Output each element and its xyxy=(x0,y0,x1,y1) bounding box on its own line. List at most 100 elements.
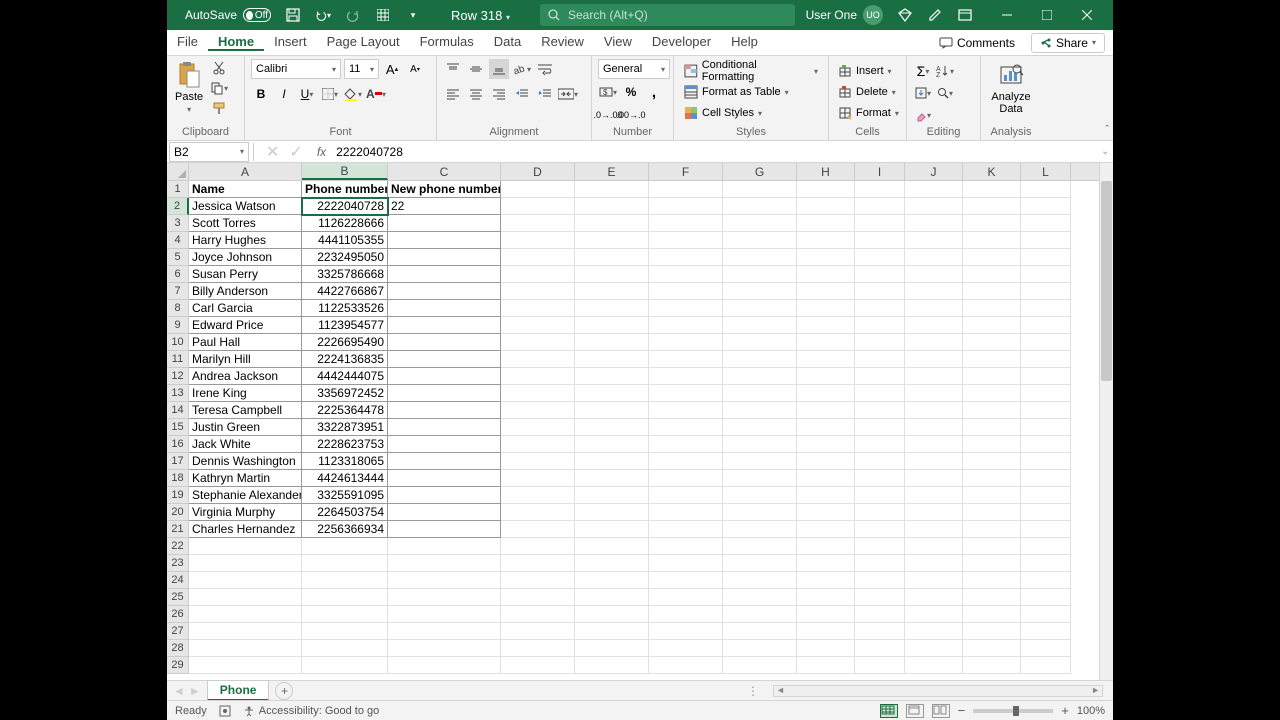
tab-data[interactable]: Data xyxy=(484,34,531,49)
cell[interactable] xyxy=(189,538,302,555)
cell[interactable]: 2226695490 xyxy=(302,334,388,351)
cell[interactable]: Charles Hernandez xyxy=(189,521,302,538)
cell[interactable] xyxy=(388,640,501,657)
cell[interactable] xyxy=(797,198,855,215)
row-header[interactable]: 23 xyxy=(167,555,189,572)
cell[interactable] xyxy=(963,521,1021,538)
clear-button[interactable]: ▾ xyxy=(913,106,933,126)
cell[interactable] xyxy=(575,385,649,402)
cell[interactable]: Jack White xyxy=(189,436,302,453)
cell[interactable] xyxy=(575,436,649,453)
cell[interactable] xyxy=(649,453,723,470)
cell[interactable] xyxy=(649,657,723,674)
undo-icon[interactable]: ▾ xyxy=(315,7,331,23)
page-break-view-button[interactable] xyxy=(932,704,950,718)
row-header[interactable]: 25 xyxy=(167,589,189,606)
cell[interactable] xyxy=(388,487,501,504)
cell[interactable] xyxy=(797,181,855,198)
cell[interactable] xyxy=(388,453,501,470)
cell[interactable] xyxy=(855,181,905,198)
cell[interactable] xyxy=(855,283,905,300)
cell[interactable]: Stephanie Alexander xyxy=(189,487,302,504)
sort-filter-button[interactable]: AZ▾ xyxy=(935,61,955,81)
cell[interactable] xyxy=(905,334,963,351)
column-header-H[interactable]: H xyxy=(797,163,855,180)
cell[interactable] xyxy=(1021,198,1071,215)
cell[interactable]: 1126228666 xyxy=(302,215,388,232)
cell[interactable] xyxy=(905,232,963,249)
row-header[interactable]: 19 xyxy=(167,487,189,504)
cell[interactable] xyxy=(501,283,575,300)
fill-color-button[interactable]: ▾ xyxy=(343,84,363,104)
cell[interactable] xyxy=(797,266,855,283)
cell[interactable] xyxy=(575,368,649,385)
align-bottom-button[interactable] xyxy=(489,59,509,79)
tab-insert[interactable]: Insert xyxy=(264,34,317,49)
cell[interactable] xyxy=(797,589,855,606)
cell[interactable] xyxy=(649,589,723,606)
cell[interactable] xyxy=(905,351,963,368)
cell[interactable] xyxy=(649,606,723,623)
accessibility-status[interactable]: Accessibility: Good to go xyxy=(243,705,379,717)
cell-styles-button[interactable]: Cell Styles▾ xyxy=(680,103,766,123)
cell[interactable] xyxy=(797,487,855,504)
align-top-button[interactable] xyxy=(443,59,463,79)
row-header[interactable]: 12 xyxy=(167,368,189,385)
zoom-level[interactable]: 100% xyxy=(1077,705,1105,717)
accounting-format-button[interactable]: $▾ xyxy=(598,82,618,102)
cell[interactable] xyxy=(905,470,963,487)
cell[interactable] xyxy=(797,402,855,419)
cell[interactable] xyxy=(797,334,855,351)
cell[interactable] xyxy=(1021,317,1071,334)
cell[interactable] xyxy=(501,657,575,674)
cell[interactable] xyxy=(855,470,905,487)
cell[interactable] xyxy=(649,555,723,572)
cell[interactable]: 3325591095 xyxy=(302,487,388,504)
cell[interactable] xyxy=(388,419,501,436)
cell[interactable] xyxy=(189,657,302,674)
cell[interactable] xyxy=(963,232,1021,249)
row-header[interactable]: 17 xyxy=(167,453,189,470)
cell[interactable] xyxy=(855,555,905,572)
macro-record-icon[interactable] xyxy=(219,705,231,717)
cell[interactable] xyxy=(1021,555,1071,572)
cell[interactable] xyxy=(723,266,797,283)
tab-developer[interactable]: Developer xyxy=(642,34,721,49)
cell[interactable] xyxy=(797,215,855,232)
cell[interactable] xyxy=(963,402,1021,419)
cell[interactable] xyxy=(302,589,388,606)
row-header[interactable]: 24 xyxy=(167,572,189,589)
cell[interactable] xyxy=(723,334,797,351)
cell[interactable] xyxy=(1021,249,1071,266)
sheet-nav-next-icon[interactable]: ► xyxy=(189,684,201,698)
cell[interactable] xyxy=(501,538,575,555)
cell[interactable] xyxy=(797,657,855,674)
cell[interactable] xyxy=(855,249,905,266)
cell[interactable] xyxy=(963,385,1021,402)
cell[interactable] xyxy=(649,334,723,351)
cell[interactable] xyxy=(388,368,501,385)
cell[interactable] xyxy=(723,657,797,674)
cell[interactable] xyxy=(855,623,905,640)
column-header-B[interactable]: B xyxy=(302,163,388,180)
cell[interactable]: 1123318065 xyxy=(302,453,388,470)
cell[interactable]: 2256366934 xyxy=(302,521,388,538)
cell[interactable] xyxy=(388,385,501,402)
cell[interactable] xyxy=(1021,232,1071,249)
close-button[interactable] xyxy=(1067,0,1107,30)
cell[interactable]: Dennis Washington xyxy=(189,453,302,470)
cell[interactable] xyxy=(905,181,963,198)
row-header[interactable]: 14 xyxy=(167,402,189,419)
cell[interactable] xyxy=(388,470,501,487)
cell[interactable]: Andrea Jackson xyxy=(189,368,302,385)
cell[interactable] xyxy=(797,232,855,249)
cell[interactable] xyxy=(855,657,905,674)
cell[interactable] xyxy=(963,470,1021,487)
cell[interactable] xyxy=(388,351,501,368)
cell[interactable] xyxy=(905,385,963,402)
cell[interactable] xyxy=(723,385,797,402)
cell[interactable] xyxy=(649,419,723,436)
cell[interactable] xyxy=(963,487,1021,504)
cell[interactable] xyxy=(302,623,388,640)
normal-view-button[interactable] xyxy=(880,704,898,718)
